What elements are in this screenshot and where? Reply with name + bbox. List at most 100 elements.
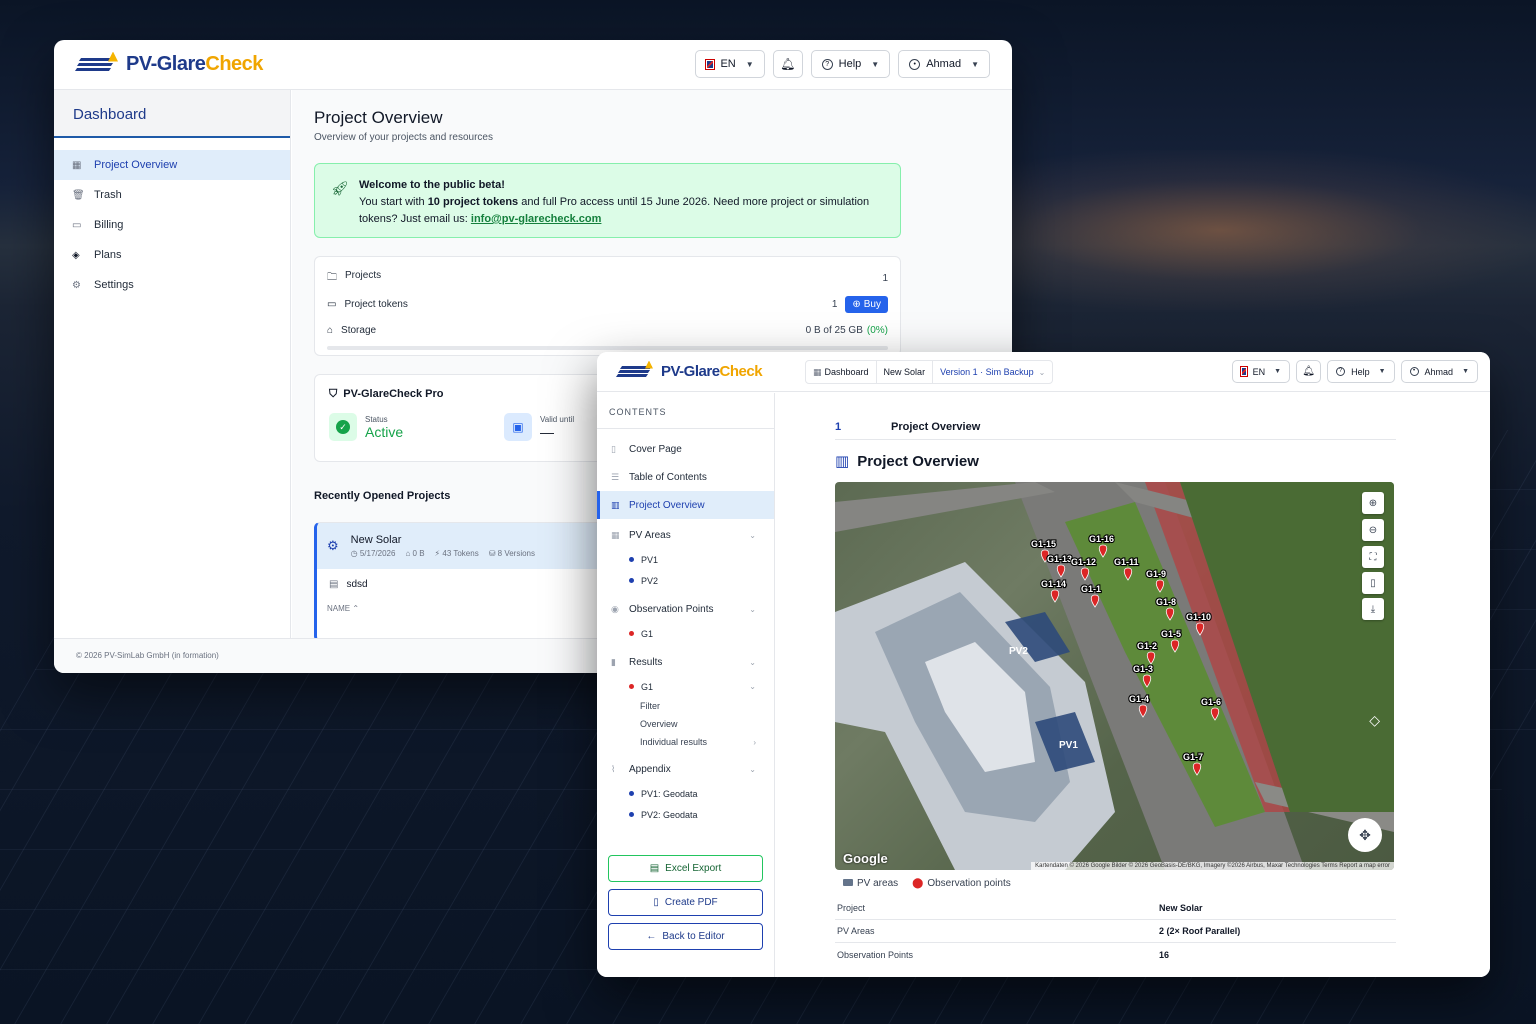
fullscreen-button[interactable]: ⛶ [1362, 546, 1384, 568]
buy-tokens-button[interactable]: ⊕ Buy [845, 295, 888, 313]
email-link[interactable]: info@pv-glarecheck.com [471, 213, 602, 225]
clipboard-button[interactable]: ▯ [1362, 572, 1384, 594]
toc-subitem-overview[interactable]: Overview [597, 715, 774, 733]
hard-drive-icon: ⌂ [327, 324, 334, 336]
logo[interactable]: PV-GlareCheck [615, 360, 763, 380]
contents-title: CONTENTS [597, 393, 774, 429]
uk-flag-icon [704, 58, 716, 70]
logo[interactable]: PV-GlareCheck [74, 51, 263, 76]
chevron-down-icon: ⌄ [749, 604, 756, 614]
back-to-editor-label: Back to Editor [662, 931, 725, 942]
zoom-in-icon: ⊕ [1368, 497, 1378, 509]
toc-subitem-g1[interactable]: G1 [597, 623, 774, 644]
toc-item-appendix[interactable]: ⌇ Appendix ⌄ [597, 755, 774, 783]
sidebar-item-billing[interactable]: ▭ Billing [54, 210, 290, 240]
toc-subitem-results-g1[interactable]: G1 ⌄ [597, 676, 774, 697]
toc-subitem-filter[interactable]: Filter [597, 697, 774, 715]
row-value: 16 [1159, 949, 1170, 960]
layers-icon: ◈ [72, 249, 80, 261]
row-value: New Solar [1159, 903, 1203, 913]
map-area-label-pv2: PV2 [1009, 646, 1028, 657]
beta-tokens: 10 project tokens [427, 196, 519, 208]
version-select[interactable]: Version 1 · Sim Backup ⌄ [933, 361, 1052, 383]
caret-down-icon: ▼ [745, 59, 754, 69]
version-name: sdsd [346, 579, 368, 590]
toc-subitem-pv2-geodata[interactable]: PV2: Geodata [597, 804, 774, 825]
toc-label: Cover Page [629, 443, 682, 455]
file-icon: ▯ [653, 897, 659, 908]
sidebar-title: Dashboard [54, 90, 290, 138]
download-button[interactable]: ⤓ [1362, 598, 1384, 620]
buy-label: Buy [863, 298, 881, 310]
toc-label: PV1 [641, 554, 659, 565]
storage-value: 0 B of 25 GB [805, 324, 863, 336]
grid-icon: ▦ [813, 366, 822, 377]
breadcrumb-dashboard[interactable]: ▦ Dashboard [806, 361, 877, 383]
notifications-button[interactable]: 🔔︎ [1296, 360, 1322, 383]
map-type-icon[interactable]: ◇ [1369, 712, 1380, 729]
toc-label: Filter [640, 701, 660, 711]
toc-item-pv-areas[interactable]: ▦ PV Areas ⌄ [597, 521, 774, 549]
toc-subitem-pv1-geodata[interactable]: PV1: Geodata [597, 783, 774, 804]
map-pan-control[interactable]: ✥ [1348, 818, 1382, 852]
page-title: Project Overview [314, 108, 443, 127]
toc-item-results[interactable]: ▮ Results ⌄ [597, 648, 774, 676]
zoom-in-button[interactable]: ⊕ [1362, 492, 1384, 514]
notifications-button[interactable]: 🔔︎ [772, 50, 803, 78]
observation-point-label: G1-2 [1137, 641, 1157, 651]
sidebar-item-trash[interactable]: 🗑︎ Trash [54, 180, 290, 210]
breadcrumb-dashboard-label: Dashboard [824, 367, 869, 377]
project-date: ◷ 5/17/2026 [350, 549, 396, 558]
rocket-icon: 🚀︎ [331, 180, 349, 196]
trash-icon: 🗑︎ [72, 189, 85, 201]
sidebar-item-plans[interactable]: ◈ Plans [54, 240, 290, 270]
toc-subitem-individual-results[interactable]: Individual results › [597, 733, 774, 751]
page-subtitle: Overview of your projects and resources [314, 132, 493, 143]
observation-point-label: G1-5 [1161, 629, 1181, 639]
check-circle-icon: ✓ [329, 413, 357, 441]
dot-icon [629, 812, 634, 817]
table-row: PV Areas 2 (2× Roof Parallel) [835, 920, 1396, 943]
toc-item-observation-points[interactable]: ◉ Observation Points ⌄ [597, 595, 774, 623]
logo-text-part2: Check [205, 53, 263, 75]
dot-icon [629, 631, 634, 636]
help-button[interactable]: ? Help ▼ [810, 50, 891, 78]
sidebar-item-project-overview[interactable]: ▦ Project Overview [54, 150, 290, 180]
projects-label: Projects [345, 269, 382, 281]
language-select[interactable]: EN ▼ [694, 50, 765, 78]
user-menu-button[interactable]: • Ahmad ▼ [1400, 360, 1478, 383]
project-summary-table: Project New Solar PV Areas 2 (2× Roof Para… [835, 897, 1396, 966]
toc-item-project-overview[interactable]: ▥ Project Overview [597, 491, 774, 519]
breadcrumb-project[interactable]: New Solar [877, 361, 934, 383]
create-pdf-button[interactable]: ▯ Create PDF [608, 889, 763, 916]
language-select[interactable]: EN ▼ [1232, 360, 1291, 383]
bar-chart-icon: ▮ [611, 656, 616, 667]
toc-subitem-pv2[interactable]: PV2 [597, 570, 774, 591]
language-label: EN [720, 58, 736, 70]
toc-subitem-pv1[interactable]: PV1 [597, 549, 774, 570]
map-icon: ▥ [611, 499, 620, 510]
zoom-out-button[interactable]: ⊖ [1362, 519, 1384, 541]
user-name: Ahmad [1424, 366, 1454, 377]
sort-up-icon: ⌃ [352, 604, 360, 613]
legend-pv-label: PV areas [857, 878, 899, 889]
gear-icon: ⚙ [72, 279, 81, 291]
google-logo: Google [843, 851, 888, 866]
uk-flag-icon [1240, 366, 1248, 377]
back-to-editor-button[interactable]: ← Back to Editor [608, 923, 763, 950]
map-attribution[interactable]: Kartendaten © 2026 Google Bilder © 2026 … [1031, 862, 1394, 870]
excel-export-button[interactable]: ▤ Excel Export [608, 855, 763, 882]
satellite-map[interactable]: PV2 PV1 G1-15 G1-16 G1-13 G1-12 G1-11 G1-14 G1… [835, 482, 1394, 870]
toc-label: Table of Contents [629, 471, 707, 483]
dot-icon [629, 684, 634, 689]
toc-item-table-of-contents[interactable]: ☰ Table of Contents [597, 463, 774, 491]
toc-label: Project Overview [629, 499, 705, 511]
sidebar-item-settings[interactable]: ⚙ Settings [54, 270, 290, 300]
language-label: EN [1252, 366, 1266, 377]
toc-item-cover[interactable]: ▯ Cover Page [597, 435, 774, 463]
grid-icon: ▦ [611, 529, 620, 540]
observation-point-label: G1-16 [1089, 534, 1114, 544]
help-button[interactable]: ? Help ▼ [1327, 360, 1395, 383]
name-column-header[interactable]: NAME [327, 604, 350, 613]
user-menu-button[interactable]: • Ahmad ▼ [898, 50, 990, 78]
